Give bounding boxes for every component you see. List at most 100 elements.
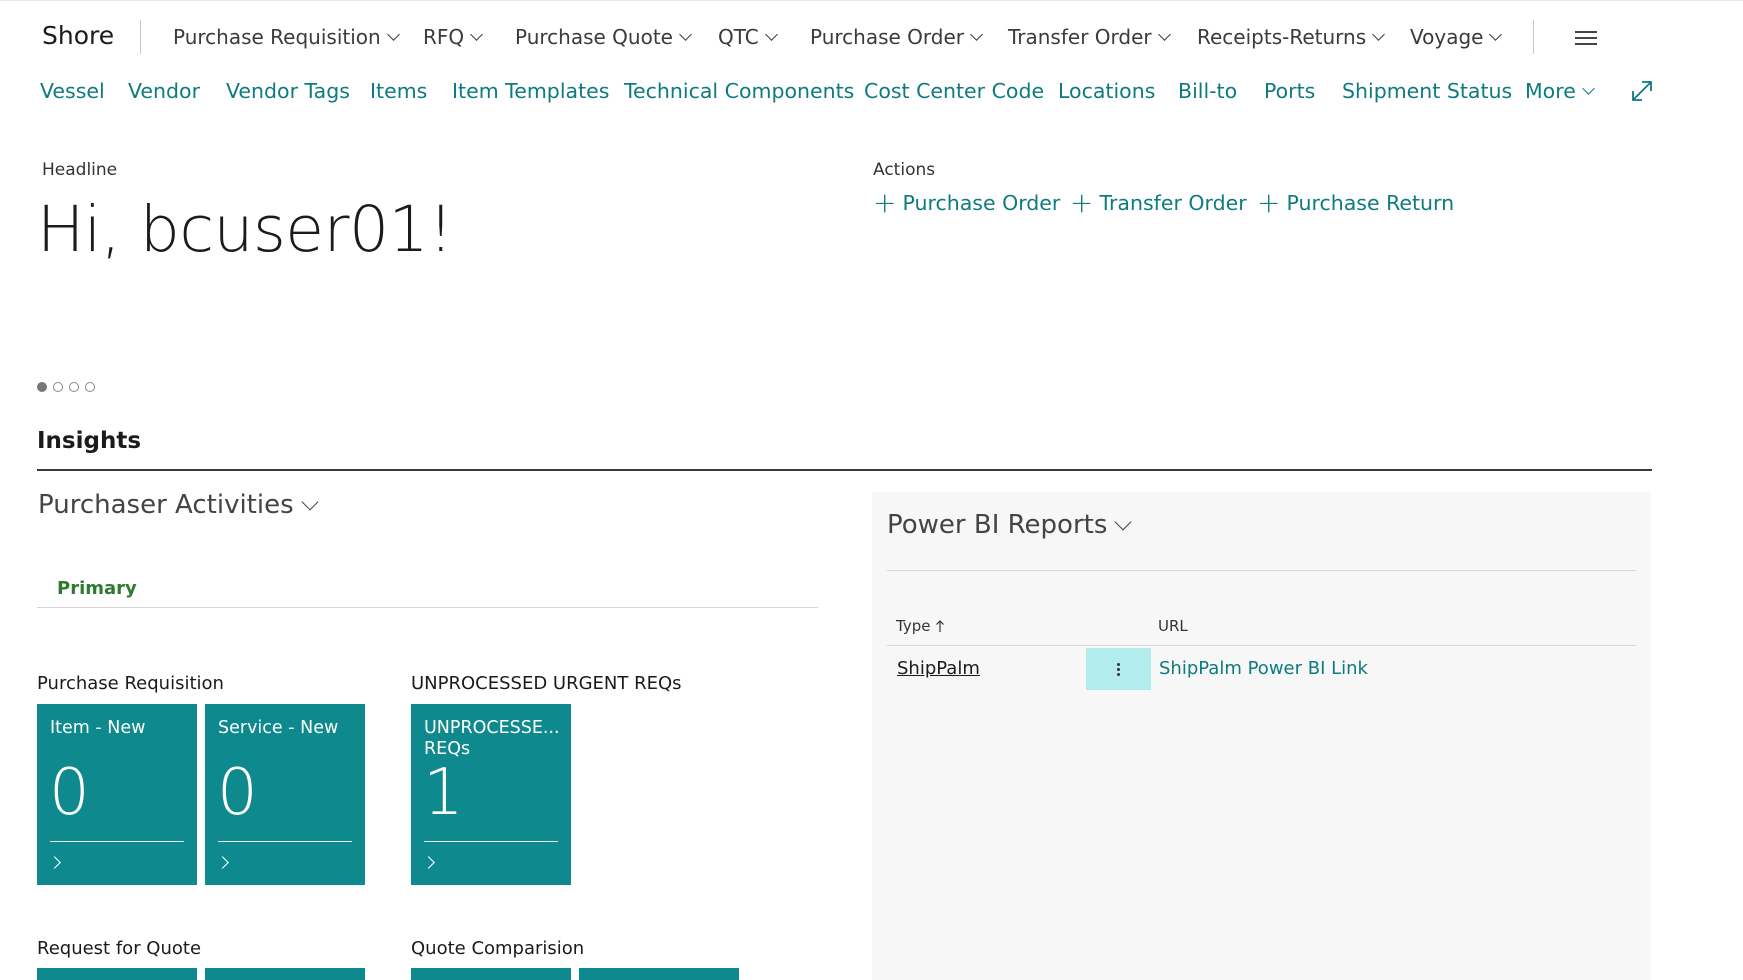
carousel-dot[interactable]	[69, 382, 79, 392]
subnav-vendor[interactable]: Vendor	[128, 79, 200, 103]
subnav-more[interactable]: More	[1525, 79, 1595, 103]
action-new-transfer-order[interactable]: + Transfer Order	[1070, 186, 1247, 219]
action-new-purchase-order[interactable]: + Purchase Order	[873, 186, 1061, 219]
column-header-type[interactable]: Type	[896, 617, 946, 635]
actions-label: Actions	[873, 160, 936, 180]
nav-purchase-order[interactable]: Purchase Order	[810, 25, 983, 49]
chevron-right-icon	[422, 856, 435, 869]
subnav-technical-components[interactable]: Technical Components	[624, 79, 854, 103]
column-header-url[interactable]: URL	[1158, 617, 1188, 635]
subnav-vendor-tags[interactable]: Vendor Tags	[226, 79, 350, 103]
chevron-down-icon	[1489, 27, 1503, 41]
headline-label: Headline	[42, 160, 118, 180]
tile-unprocessed-reqs[interactable]: UNPROCESSE... REQs 1	[411, 704, 571, 885]
purchaser-activities-title[interactable]: Purchaser Activities	[38, 490, 319, 520]
expand-icon[interactable]	[1629, 78, 1655, 104]
headline-carousel-dots	[37, 382, 95, 392]
app-title: Shore	[42, 21, 115, 50]
nav-qtc[interactable]: QTC	[718, 25, 778, 49]
power-bi-divider	[887, 570, 1636, 571]
tile-rfq[interactable]	[205, 968, 365, 980]
action-label: Purchase Return	[1286, 191, 1455, 215]
tile-label: Item - New	[50, 718, 146, 738]
nav-label: Purchase Quote	[515, 25, 673, 49]
tile-value: 0	[217, 756, 258, 830]
hamburger-bar	[1575, 43, 1597, 45]
part-title-label: Purchaser Activities	[38, 490, 294, 520]
subnav-cost-center-code[interactable]: Cost Center Code	[864, 79, 1044, 103]
plus-icon: +	[873, 186, 897, 219]
tile-label: Service - New	[218, 718, 339, 738]
row-url-link[interactable]: ShipPalm Power BI Link	[1159, 658, 1368, 679]
carousel-dot[interactable]	[85, 382, 95, 392]
plus-icon: +	[1070, 186, 1094, 219]
nav-label: Voyage	[1410, 25, 1484, 49]
group-label-purchase-requisition: Purchase Requisition	[37, 673, 224, 694]
carousel-dot[interactable]	[37, 382, 47, 392]
tile-divider	[50, 841, 184, 842]
subnav-shipment-status[interactable]: Shipment Status	[1342, 79, 1512, 103]
nav-voyage[interactable]: Voyage	[1410, 25, 1503, 49]
chevron-right-icon	[216, 856, 229, 869]
chevron-down-icon	[679, 27, 692, 41]
action-label: Transfer Order	[1099, 191, 1247, 215]
hamburger-bar	[1575, 37, 1597, 39]
top-border	[0, 0, 1743, 1]
row-type-link[interactable]: ShipPalm	[897, 658, 980, 679]
chevron-down-icon	[1372, 27, 1385, 41]
chevron-down-icon	[301, 493, 319, 511]
group-label-quote-comparision: Quote Comparision	[411, 938, 585, 959]
subnav-locations[interactable]: Locations	[1058, 79, 1155, 103]
tile-item-new[interactable]: Item - New 0	[37, 704, 197, 885]
nav-label: Transfer Order	[1008, 25, 1152, 49]
nav-rfq[interactable]: RFQ	[423, 25, 484, 49]
nav-label: Receipts-Returns	[1197, 25, 1367, 49]
subnav-more-label: More	[1525, 79, 1576, 103]
tab-divider	[37, 607, 818, 608]
plus-icon: +	[1257, 186, 1281, 219]
action-new-purchase-return[interactable]: + Purchase Return	[1257, 186, 1455, 219]
table-header-divider	[887, 645, 1636, 646]
hamburger-icon[interactable]	[1575, 31, 1597, 45]
part-title-label: Power BI Reports	[887, 510, 1108, 540]
tile-value: 1	[423, 756, 464, 830]
tile-quote-comparison[interactable]	[411, 968, 571, 980]
chevron-right-icon	[48, 856, 61, 869]
nav-label: QTC	[718, 25, 759, 49]
tile-quote-comparison[interactable]	[579, 968, 739, 980]
subnav-items[interactable]: Items	[370, 79, 427, 103]
chevron-down-icon	[764, 27, 778, 41]
arrow-up-icon	[936, 620, 945, 632]
chevron-down-icon	[1114, 513, 1132, 531]
nav-receipts-returns[interactable]: Receipts-Returns	[1197, 25, 1385, 49]
row-actions-icon[interactable]	[1086, 648, 1151, 690]
column-header-label: Type	[896, 617, 931, 635]
insights-divider	[37, 469, 1652, 471]
chevron-down-icon	[1157, 27, 1171, 41]
tile-value: 0	[49, 756, 90, 830]
power-bi-reports-title[interactable]: Power BI Reports	[887, 510, 1132, 540]
hamburger-bar	[1575, 31, 1597, 33]
chevron-down-icon	[470, 27, 484, 41]
tile-divider	[218, 841, 352, 842]
subnav-ports[interactable]: Ports	[1264, 79, 1315, 103]
nav-separator	[140, 20, 141, 54]
power-bi-panel	[872, 492, 1651, 980]
subnav-bill-to[interactable]: Bill-to	[1178, 79, 1237, 103]
tile-service-new[interactable]: Service - New 0	[205, 704, 365, 885]
carousel-dot[interactable]	[53, 382, 63, 392]
subnav-item-templates[interactable]: Item Templates	[452, 79, 609, 103]
nav-transfer-order[interactable]: Transfer Order	[1008, 25, 1171, 49]
group-label-request-for-quote: Request for Quote	[37, 938, 202, 959]
headline-greeting: Hi, bcuser01!	[37, 193, 453, 266]
nav-purchase-requisition[interactable]: Purchase Requisition	[173, 25, 400, 49]
more-vertical-icon	[1117, 661, 1120, 678]
nav-label: RFQ	[423, 25, 465, 49]
insights-title: Insights	[37, 428, 142, 454]
subnav-vessel[interactable]: Vessel	[40, 79, 105, 103]
tile-rfq[interactable]	[37, 968, 197, 980]
action-label: Purchase Order	[902, 191, 1061, 215]
tile-label: UNPROCESSE... REQs	[424, 718, 560, 759]
tab-primary[interactable]: Primary	[57, 578, 137, 599]
nav-purchase-quote[interactable]: Purchase Quote	[515, 25, 692, 49]
